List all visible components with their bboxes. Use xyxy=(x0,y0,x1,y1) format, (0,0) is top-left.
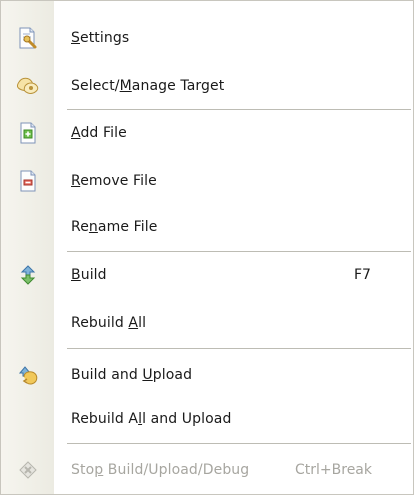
menu-item-select-manage-target[interactable]: Select/Manage Target xyxy=(1,66,413,106)
stop-icon xyxy=(16,458,40,482)
build-icon xyxy=(16,263,40,287)
shortcut-text: F7 xyxy=(354,267,371,283)
shortcut-text: Ctrl+Break xyxy=(295,462,372,478)
menu-item-label: Build xyxy=(71,267,107,283)
menu-item-add-file[interactable]: Add File xyxy=(1,113,413,153)
target-icon xyxy=(16,74,40,98)
menu-item-stop-build-upload-debug: Stop Build/Upload/Debug Ctrl+Break xyxy=(1,450,413,490)
menu-item-rebuild-all[interactable]: Rebuild All xyxy=(1,303,413,343)
menu-separator xyxy=(67,251,411,252)
menu-item-label: Remove File xyxy=(71,173,157,189)
add-file-icon xyxy=(16,121,40,145)
menu-item-label: Build and Upload xyxy=(71,367,193,383)
menu-separator xyxy=(67,348,411,349)
menu-item-label: Rebuild All xyxy=(71,315,147,331)
settings-icon xyxy=(16,26,40,50)
menu-separator xyxy=(67,109,411,110)
menu-separator xyxy=(67,443,411,444)
menu-item-label: Select/Manage Target xyxy=(71,78,225,94)
remove-file-icon xyxy=(16,169,40,193)
context-menu: Settings Select/Manage Target Add File R… xyxy=(0,0,414,495)
menu-item-remove-file[interactable]: Remove File xyxy=(1,161,413,201)
menu-item-settings[interactable]: Settings xyxy=(1,18,413,58)
menu-item-label: Stop Build/Upload/Debug xyxy=(71,462,250,478)
menu-item-label: Rebuild All and Upload xyxy=(71,411,232,427)
menu-item-build-and-upload[interactable]: Build and Upload xyxy=(1,355,413,395)
menu-item-build[interactable]: Build F7 xyxy=(1,255,413,295)
menu-item-label: Settings xyxy=(71,30,130,46)
menu-item-label: Rename File xyxy=(71,219,158,235)
menu-item-rebuild-all-and-upload[interactable]: Rebuild All and Upload xyxy=(1,399,413,439)
menu-item-rename-file[interactable]: Rename File xyxy=(1,207,413,247)
menu-item-label: Add File xyxy=(71,125,127,141)
build-upload-icon xyxy=(16,363,40,387)
